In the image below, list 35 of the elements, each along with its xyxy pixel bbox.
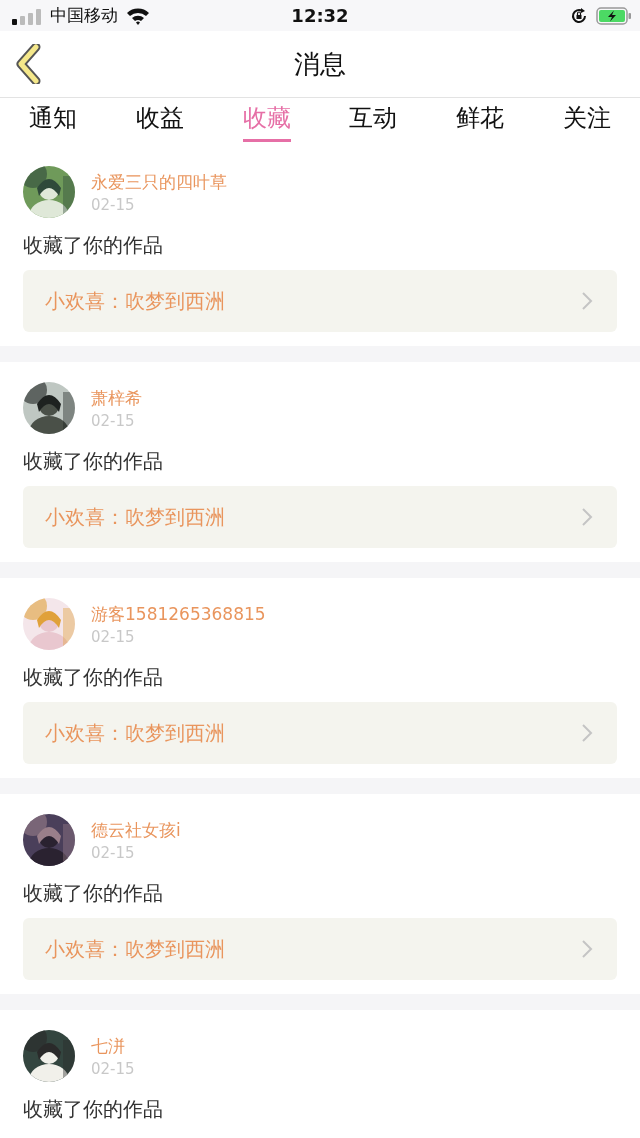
chevron-right-icon	[581, 723, 593, 743]
work-title: 小欢喜：吹梦到西洲	[45, 719, 225, 747]
tab[interactable]: 收藏	[242, 98, 291, 142]
tab[interactable]: 互动	[349, 98, 398, 142]
battery-icon	[596, 6, 632, 25]
rotation-lock-icon	[570, 6, 588, 25]
tab[interactable]: 通知	[29, 98, 78, 142]
signal-icon	[12, 8, 42, 25]
chevron-right-icon	[581, 291, 593, 311]
carrier-name: 中国移动	[50, 4, 118, 27]
chevron-right-icon	[581, 507, 593, 527]
page-title: 消息	[294, 47, 346, 81]
user-name[interactable]: 永爱三只的四叶草	[91, 170, 227, 194]
chevron-right-icon	[581, 939, 593, 959]
work-link[interactable]: 小欢喜：吹梦到西洲	[23, 486, 617, 548]
user-name[interactable]: 七洴	[91, 1034, 125, 1058]
message-text: 收藏了你的作品	[23, 448, 163, 475]
message-text: 收藏了你的作品	[23, 1096, 163, 1123]
message-text: 收藏了你的作品	[23, 664, 163, 691]
work-link[interactable]: 小欢喜：吹梦到西洲	[23, 918, 617, 980]
tab[interactable]: 关注	[562, 98, 611, 142]
clock-time: 12:32	[291, 5, 349, 26]
user-name[interactable]: 萧梓希	[91, 386, 142, 410]
work-title: 小欢喜：吹梦到西洲	[45, 287, 225, 315]
work-link[interactable]: 小欢喜：吹梦到西洲	[23, 270, 617, 332]
message-text: 收藏了你的作品	[23, 232, 163, 259]
wifi-icon	[126, 6, 150, 25]
message-text: 收藏了你的作品	[23, 880, 163, 907]
user-name[interactable]: 游客1581265368815	[91, 602, 266, 626]
work-title: 小欢喜：吹梦到西洲	[45, 935, 225, 963]
tab[interactable]: 鲜花	[456, 98, 504, 142]
work-title: 小欢喜：吹梦到西洲	[45, 503, 225, 531]
user-name[interactable]: 德云社女孩i	[91, 818, 181, 842]
tab[interactable]: 收益	[136, 98, 184, 142]
work-link[interactable]: 小欢喜：吹梦到西洲	[23, 702, 617, 764]
